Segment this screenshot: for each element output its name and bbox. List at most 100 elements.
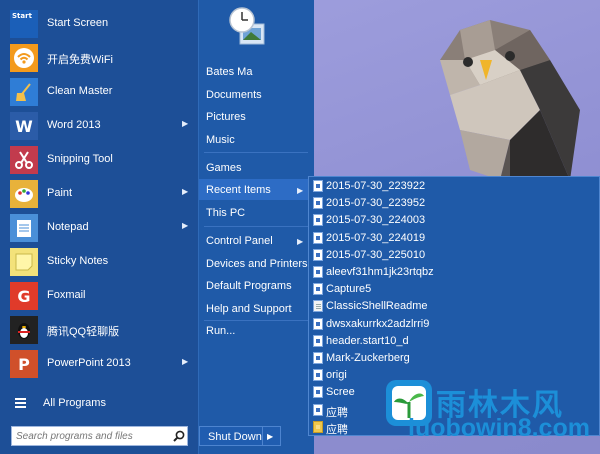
powerpoint-icon: P — [10, 350, 38, 378]
places-link[interactable]: Games — [206, 162, 241, 174]
image-file-icon — [313, 231, 323, 244]
program-item[interactable]: Start Start Screen — [0, 7, 198, 41]
chevron-right-icon: ▶ — [182, 221, 189, 230]
places-separator — [204, 152, 308, 153]
text-file-icon — [313, 300, 323, 313]
image-file-icon — [313, 386, 323, 399]
places-link[interactable]: Default Programs — [206, 280, 292, 292]
recent-item-label: Capture5 — [326, 283, 372, 296]
image-file-icon — [313, 317, 323, 330]
program-item[interactable]: Clean Master — [0, 75, 198, 109]
places-link[interactable]: Devices and Printers — [206, 258, 308, 270]
recent-item[interactable]: 2015-07-30_223922 — [312, 178, 432, 195]
shut-down-divider — [262, 427, 263, 445]
program-item[interactable]: Snipping Tool — [0, 143, 198, 177]
recent-item-label: ClassicShellReadme — [326, 300, 428, 313]
places-link[interactable]: Documents — [206, 89, 262, 101]
recent-item-label: 应聘 — [326, 406, 348, 419]
user-picture-icon[interactable] — [226, 4, 270, 52]
recent-item-label: 2015-07-30_223922 — [326, 180, 426, 192]
recent-item[interactable]: 2015-07-30_224019 — [312, 230, 432, 247]
recent-item[interactable]: dwsxakurrkx2adzlrri9 — [312, 316, 432, 333]
program-item[interactable]: 腾讯QQ轻聊版 — [0, 313, 198, 347]
places-link[interactable]: Help and Support — [206, 303, 292, 315]
foxmail-icon: G — [10, 282, 38, 310]
program-item[interactable]: Notepad ▶ — [0, 211, 198, 245]
recent-item[interactable]: 2015-07-30_224003 — [312, 212, 432, 229]
folder-icon — [313, 420, 323, 433]
program-item[interactable]: G Foxmail — [0, 279, 198, 313]
image-file-icon — [313, 283, 323, 296]
search-input[interactable] — [16, 429, 166, 444]
program-item[interactable]: W Word 2013 ▶ — [0, 109, 198, 143]
program-label: Foxmail — [47, 289, 86, 301]
program-label: Snipping Tool — [47, 153, 113, 165]
image-file-icon — [313, 352, 323, 364]
recent-item-label: Mark-Zuckerberg — [326, 352, 410, 364]
places-link[interactable]: Music — [206, 134, 235, 146]
image-file-icon — [313, 248, 323, 261]
recent-item-label: 2015-07-30_225010 — [326, 248, 426, 261]
program-label: Start Screen — [47, 17, 109, 29]
recent-item[interactable]: 2015-07-30_225010 — [312, 247, 432, 264]
chevron-right-icon[interactable]: ▶ — [267, 432, 273, 441]
chevron-right-icon: ▶ — [182, 119, 189, 128]
program-label: Paint — [47, 187, 73, 199]
recent-item-label: 2015-07-30_224019 — [326, 231, 426, 244]
places-separator — [204, 320, 308, 321]
image-file-icon — [313, 334, 323, 347]
word-icon: W — [10, 112, 38, 140]
search-icon[interactable] — [173, 430, 185, 442]
shut-down-label: Shut Down — [208, 431, 262, 443]
program-item[interactable]: 开启免费WiFi — [0, 41, 198, 75]
recent-item-label: aleevf31hm1jk23rtqbz — [326, 266, 434, 278]
recent-item-label: origi — [326, 369, 347, 382]
places-link[interactable]: Pictures — [206, 111, 246, 123]
recent-item-label: Scree — [326, 386, 355, 399]
all-programs-label: All Programs — [43, 397, 106, 409]
chevron-right-icon: ▶ — [297, 186, 304, 195]
image-file-icon — [313, 403, 323, 416]
start-screen-icon: Start — [10, 10, 38, 38]
recent-item[interactable]: 2015-07-30_223952 — [312, 195, 432, 212]
watermark-url: luobowin8.com — [408, 414, 590, 442]
image-file-icon — [313, 180, 323, 192]
program-label: Sticky Notes — [47, 255, 109, 267]
program-label: Notepad — [47, 221, 89, 233]
sticky-note-icon — [10, 248, 38, 276]
palette-icon — [10, 180, 38, 208]
recent-item-label: 2015-07-30_223952 — [326, 197, 426, 210]
places-link[interactable]: Bates Ma — [206, 66, 252, 78]
program-item[interactable]: P PowerPoint 2013 ▶ — [0, 347, 198, 381]
recent-item[interactable]: header.start10_d — [312, 333, 432, 350]
shut-down-button[interactable]: Shut Down ▶ — [199, 426, 281, 446]
image-file-icon — [313, 214, 323, 227]
recent-item[interactable]: Capture5 — [312, 281, 432, 298]
chevron-right-icon: ▶ — [297, 237, 304, 246]
chevron-right-icon: ▶ — [182, 357, 189, 366]
recent-item[interactable]: ClassicShellReadme — [312, 298, 432, 315]
list-icon — [15, 398, 26, 408]
image-file-icon — [313, 369, 323, 382]
places-separator — [204, 226, 308, 227]
places-link[interactable]: Recent Items — [206, 184, 271, 196]
notepad-icon — [10, 214, 38, 242]
recent-item-label: dwsxakurrkx2adzlrri9 — [326, 317, 430, 330]
recent-item-label: 应聘 — [326, 423, 348, 436]
recent-item-label: 2015-07-30_224003 — [326, 214, 426, 227]
places-link[interactable]: This PC — [206, 207, 245, 219]
places-link[interactable]: Control Panel — [206, 235, 273, 247]
recent-item[interactable]: aleevf31hm1jk23rtqbz — [312, 264, 434, 281]
recent-item[interactable]: Mark-Zuckerberg — [312, 350, 432, 367]
scissors-icon — [10, 146, 38, 174]
search-box[interactable] — [11, 426, 188, 446]
image-file-icon — [313, 197, 323, 210]
program-item[interactable]: Paint ▶ — [0, 177, 198, 211]
chevron-right-icon: ▶ — [182, 187, 189, 196]
program-label: 腾讯QQ轻聊版 — [47, 326, 120, 338]
all-programs-button[interactable]: All Programs — [0, 392, 198, 416]
places-link[interactable]: Run... — [206, 325, 235, 337]
program-label: 开启免费WiFi — [47, 54, 113, 66]
image-file-icon — [313, 266, 323, 278]
program-item[interactable]: Sticky Notes — [0, 245, 198, 279]
